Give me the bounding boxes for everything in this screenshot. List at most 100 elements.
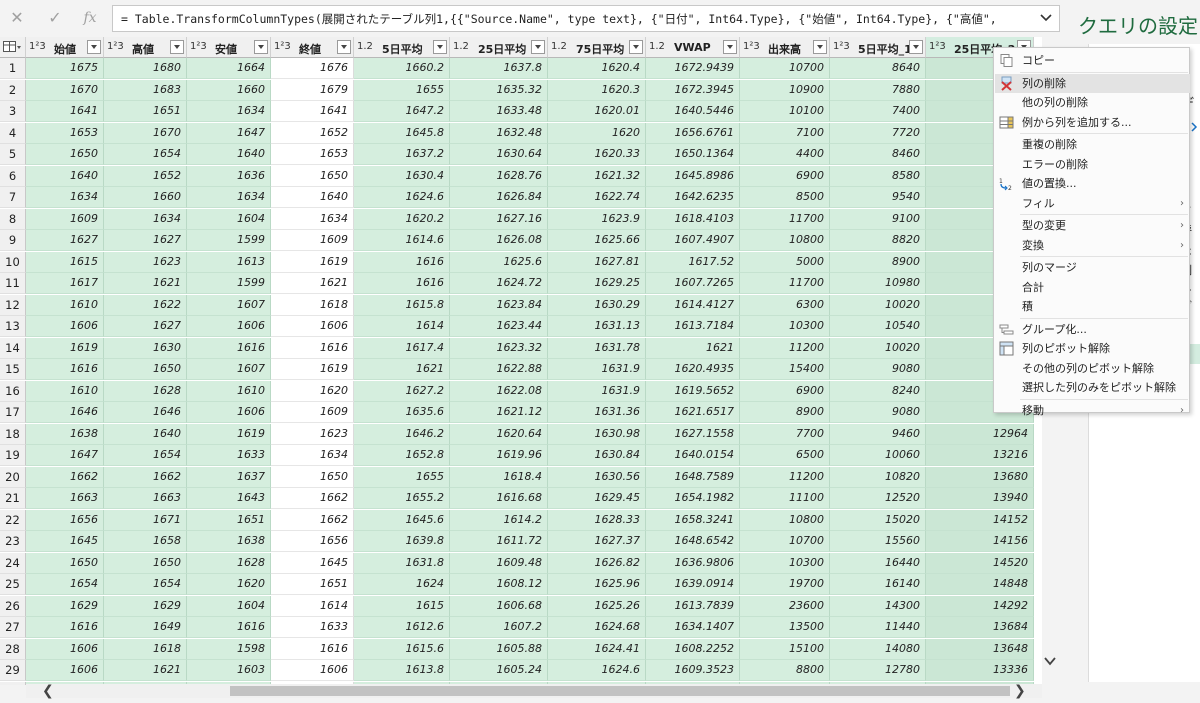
filter-dropdown-icon[interactable] — [723, 40, 737, 54]
filter-dropdown-icon[interactable] — [531, 40, 545, 54]
filter-dropdown-icon[interactable] — [813, 40, 827, 54]
table-cell[interactable]: 1614 — [271, 595, 354, 617]
table-cell[interactable]: 1637.2 — [354, 144, 450, 165]
table-cell[interactable]: 1630.84 — [548, 445, 646, 466]
table-cell[interactable]: 1655.2 — [354, 488, 450, 509]
column-header[interactable]: 1.2 5日平均 — [354, 37, 450, 58]
menu-item[interactable]: 合計 — [995, 278, 1190, 297]
table-cell[interactable]: 1651 — [187, 509, 271, 531]
table-cell[interactable]: 1604 — [187, 208, 271, 230]
table-cell[interactable]: 1606 — [187, 402, 271, 423]
menu-item[interactable]: その他の列のピボット解除 — [995, 359, 1190, 378]
column-header[interactable]: 1²3 終値 — [271, 37, 354, 58]
row-number[interactable]: 14 — [0, 337, 26, 359]
row-number[interactable]: 25 — [0, 574, 26, 595]
table-cell[interactable]: 1653 — [271, 144, 354, 165]
menu-item[interactable]: 重複の削除 — [995, 135, 1190, 154]
table-cell[interactable]: 1621 — [104, 273, 187, 294]
table-cell[interactable]: 1658 — [104, 531, 187, 552]
table-cell[interactable]: 1631.9 — [548, 359, 646, 380]
table-cell[interactable]: 1622.88 — [450, 359, 548, 380]
menu-item[interactable]: 列のピボット解除 — [995, 339, 1190, 358]
table-cell[interactable]: 1641 — [271, 101, 354, 122]
table-cell[interactable]: 1625.66 — [548, 230, 646, 251]
row-number[interactable]: 1 — [0, 58, 26, 79]
table-cell[interactable]: 14520 — [926, 552, 1034, 574]
table-cell[interactable]: 1639.8 — [354, 531, 450, 552]
table-cell[interactable]: 1620 — [548, 122, 646, 144]
table-cell[interactable]: 10300 — [740, 552, 830, 574]
table-cell[interactable]: 1616 — [187, 337, 271, 359]
table-cell[interactable]: 1607.7265 — [646, 273, 740, 294]
table-cell[interactable]: 1616.68 — [450, 488, 548, 509]
table-cell[interactable]: 1627.37 — [548, 531, 646, 552]
table-cell[interactable]: 1620 — [187, 574, 271, 595]
table-cell[interactable]: 8900 — [830, 251, 926, 273]
filter-dropdown-icon[interactable] — [433, 40, 447, 54]
menu-item[interactable]: 選択した列のみをピボット解除 — [995, 378, 1190, 397]
filter-dropdown-icon[interactable] — [254, 40, 268, 54]
table-cell[interactable]: 16140 — [830, 574, 926, 595]
type-icon[interactable]: 1²3 — [274, 41, 291, 52]
table-cell[interactable]: 1650.1364 — [646, 144, 740, 165]
column-header[interactable]: 1²3 高値 — [104, 37, 187, 58]
table-cell[interactable]: 14848 — [926, 574, 1034, 595]
table-cell[interactable]: 14156 — [926, 531, 1034, 552]
table-cell[interactable]: 12780 — [830, 660, 926, 681]
table-cell[interactable]: 13648 — [926, 638, 1034, 660]
table-cell[interactable]: 1648.6542 — [646, 531, 740, 552]
table-cell[interactable]: 9080 — [830, 359, 926, 380]
table-cell[interactable]: 1647 — [187, 122, 271, 144]
table-cell[interactable]: 12964 — [926, 423, 1034, 445]
filter-dropdown-icon[interactable] — [909, 40, 923, 54]
table-cell[interactable]: 1616 — [187, 617, 271, 638]
formula-text[interactable]: = Table.TransformColumnTypes(展開されたテーブル列1… — [121, 11, 1026, 27]
row-number[interactable]: 29 — [0, 660, 26, 681]
table-cell[interactable]: 1618 — [271, 294, 354, 316]
chevron-down-icon[interactable] — [1037, 9, 1055, 27]
table-cell[interactable]: 1651 — [271, 574, 354, 595]
column-header[interactable]: 1²3 出来高 — [740, 37, 830, 58]
table-cell[interactable]: 1609.3523 — [646, 660, 740, 681]
table-cell[interactable]: 11200 — [740, 337, 830, 359]
table-cell[interactable]: 1640.0154 — [646, 445, 740, 466]
table-cell[interactable]: 1620.4 — [548, 58, 646, 79]
table-cell[interactable]: 1660.2 — [354, 58, 450, 79]
table-cell[interactable]: 1607 — [187, 294, 271, 316]
table-cell[interactable]: 1634 — [271, 445, 354, 466]
table-cell[interactable]: 1652 — [271, 122, 354, 144]
table-cell[interactable]: 1656.6761 — [646, 122, 740, 144]
commit-formula-icon[interactable]: ✓ — [42, 6, 68, 30]
table-cell[interactable]: 1610 — [187, 380, 271, 402]
column-header[interactable]: 1²3 始値 — [26, 37, 104, 58]
table-cell[interactable]: 1634 — [104, 208, 187, 230]
table-cell[interactable]: 1636 — [187, 165, 271, 187]
table-cell[interactable]: 1631.8 — [354, 552, 450, 574]
table-cell[interactable]: 1624.72 — [450, 273, 548, 294]
column-header[interactable]: 1.2 25日平均 — [450, 37, 548, 58]
table-cell[interactable]: 1655 — [354, 79, 450, 101]
table-cell[interactable]: 11100 — [740, 488, 830, 509]
table-cell[interactable]: 13940 — [926, 488, 1034, 509]
table-cell[interactable]: 1679 — [271, 79, 354, 101]
filter-dropdown-icon[interactable] — [629, 40, 643, 54]
table-cell[interactable]: 1614.6 — [354, 230, 450, 251]
table-cell[interactable]: 1638 — [26, 423, 104, 445]
table-cell[interactable]: 1613.8 — [354, 660, 450, 681]
table-cell[interactable]: 10540 — [830, 316, 926, 337]
table-cell[interactable]: 1653 — [26, 122, 104, 144]
table-cell[interactable]: 1614 — [354, 316, 450, 337]
table-cell[interactable]: 9080 — [830, 402, 926, 423]
row-number[interactable]: 21 — [0, 488, 26, 509]
table-cell[interactable]: 1645.8986 — [646, 165, 740, 187]
table-cell[interactable]: 1609.48 — [450, 552, 548, 574]
table-cell[interactable]: 10980 — [830, 273, 926, 294]
menu-item[interactable]: 型の変更 › — [995, 216, 1190, 235]
table-cell[interactable]: 16440 — [830, 552, 926, 574]
table-cell[interactable]: 1609 — [271, 402, 354, 423]
table-cell[interactable]: 1645.8 — [354, 122, 450, 144]
table-cell[interactable]: 1631.9 — [548, 380, 646, 402]
row-number[interactable]: 10 — [0, 251, 26, 273]
table-cell[interactable]: 1624.41 — [548, 638, 646, 660]
table-cell[interactable]: 1604 — [187, 595, 271, 617]
